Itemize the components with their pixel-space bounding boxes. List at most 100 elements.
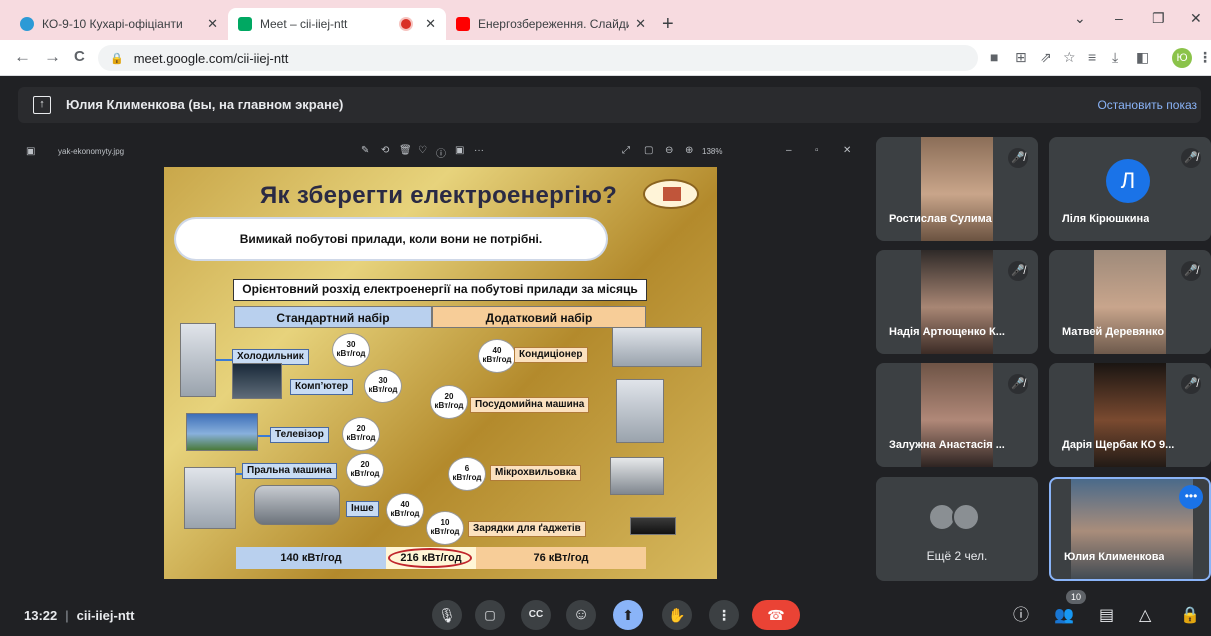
browser-tab-class[interactable]: КО-9-10 Кухарі-офіціанти ✕: [10, 8, 228, 40]
zoom-out-icon[interactable]: ⊖: [665, 145, 673, 156]
more-icon[interactable]: ···: [474, 145, 484, 156]
captions-button[interactable]: CC: [521, 600, 551, 630]
reading-list-icon[interactable]: ≡: [1088, 49, 1096, 65]
more-participants-label: Ещё 2 чел.: [926, 549, 988, 563]
delete-icon[interactable]: 🗑: [399, 145, 412, 156]
consumption-unit: кВт/год: [368, 385, 398, 394]
browser-menu-icon[interactable]: ⋮: [1198, 49, 1211, 65]
participant-tile[interactable]: 🎤̸ Дарія Щербак КО 9...: [1049, 363, 1211, 467]
slideshow-icon[interactable]: ▣: [455, 145, 464, 156]
raise-hand-button[interactable]: ✋: [662, 600, 692, 630]
consumption-value: 6: [464, 464, 470, 473]
consumption-value: 20: [360, 460, 370, 469]
viewer-close-icon[interactable]: ✕: [843, 145, 851, 156]
consumption-value: 20: [356, 424, 366, 433]
consumption-unit: кВт/год: [430, 527, 460, 536]
consumption-bubble: 20 кВт/год: [342, 417, 380, 451]
participant-video: [921, 137, 993, 241]
chat-icon[interactable]: ▤: [1099, 607, 1114, 625]
mic-off-icon: 🎤̸: [1181, 261, 1201, 281]
url-text: meet.google.com/cii-iiej-ntt: [133, 50, 289, 66]
self-tile[interactable]: ••• Юлия Клименкова: [1049, 477, 1211, 581]
browser-tab-strip: КО-9-10 Кухарі-офіціанти ✕ Meet – cii-ii…: [0, 0, 1211, 40]
more-participants-tile[interactable]: Ещё 2 чел.: [876, 477, 1038, 581]
url-field[interactable]: 🔒 meet.google.com/cii-iiej-ntt: [98, 45, 978, 71]
restore-button[interactable]: ❐: [1152, 10, 1165, 27]
slide-image: Як зберегти електроенергію? Вимикай побу…: [164, 167, 717, 579]
participant-tile[interactable]: 🎤̸ Залужна Анастасія ...: [876, 363, 1038, 467]
washing-machine-image: [184, 467, 236, 529]
tile-menu-button[interactable]: •••: [1179, 485, 1203, 509]
participant-video: [921, 250, 993, 354]
consumption-value: 30: [378, 376, 388, 385]
people-icon[interactable]: 👥: [1054, 607, 1074, 625]
emoji-button[interactable]: ☺: [566, 600, 596, 630]
mic-off-icon: 🎤̸: [1181, 148, 1201, 168]
edit-icon[interactable]: ✎: [361, 145, 369, 156]
connector-line: [258, 435, 270, 437]
bookmark-star-icon[interactable]: ☆: [1063, 49, 1076, 65]
consumption-bubble: 30 кВт/год: [332, 333, 370, 367]
viewer-minimize-icon[interactable]: –: [786, 145, 792, 156]
consumption-bubble: 20 кВт/год: [430, 385, 468, 419]
slide-subtitle: Орієнтовний розхід електроенергії на поб…: [233, 279, 647, 301]
translate-icon[interactable]: ⊞: [1015, 49, 1027, 65]
stop-presenting-button[interactable]: Остановить показ: [1097, 98, 1197, 112]
address-bar: ← → C 🔒 meet.google.com/cii-iiej-ntt ■ ⊞…: [0, 40, 1211, 76]
activities-icon[interactable]: △: [1139, 607, 1151, 625]
chargers-image: [630, 517, 676, 535]
mic-off-icon: 🎤̸: [1008, 374, 1028, 394]
leave-call-button[interactable]: ☎: [752, 600, 800, 630]
connector-line: [216, 359, 232, 361]
viewer-maximize-icon[interactable]: ▫: [815, 145, 819, 156]
consumption-unit: кВт/год: [336, 349, 366, 358]
tab-search-icon[interactable]: ⌄: [1074, 10, 1086, 27]
meeting-code: cii-iiej-ntt: [76, 608, 135, 623]
favorite-icon[interactable]: ♡: [418, 145, 427, 156]
appliance-label-microwave: Мікрохвильовка: [490, 465, 582, 481]
profile-avatar[interactable]: Ю: [1172, 48, 1192, 68]
back-button[interactable]: ←: [14, 48, 31, 66]
participant-tile[interactable]: Л 🎤̸ Ліля Кірюшкина: [1049, 137, 1211, 241]
reload-button[interactable]: C: [74, 48, 85, 66]
present-button[interactable]: ⬆: [613, 600, 643, 630]
minimize-button[interactable]: –: [1115, 10, 1123, 26]
participant-name: Ростислав Сулима: [889, 213, 992, 225]
participant-tile[interactable]: 🎤̸ Матвей Деревянко: [1049, 250, 1211, 354]
participant-tile[interactable]: 🎤̸ Ростислав Сулима: [876, 137, 1038, 241]
download-icon[interactable]: ⤓: [1112, 49, 1118, 65]
participant-tile[interactable]: 🎤̸ Надія Артющенко К...: [876, 250, 1038, 354]
tab-label: Meet – cii-iiej-ntt: [260, 17, 348, 31]
info-icon[interactable]: ⓘ: [436, 145, 446, 160]
tab-close-icon[interactable]: ✕: [207, 16, 218, 32]
meeting-info-icon[interactable]: ⓘ: [1013, 607, 1029, 625]
more-options-button[interactable]: ⋮: [709, 600, 739, 630]
microphone-button[interactable]: 🎙: [432, 600, 462, 630]
file-name: yak-ekonomyty.jpg: [58, 147, 125, 156]
tab-close-icon[interactable]: ✕: [635, 16, 646, 32]
new-tab-button[interactable]: +: [662, 14, 674, 34]
forward-button[interactable]: →: [44, 48, 61, 66]
fridge-image: [180, 323, 216, 397]
close-window-button[interactable]: ✕: [1190, 10, 1202, 27]
browser-tab-meet[interactable]: Meet – cii-iiej-ntt ✕: [228, 8, 446, 40]
side-panel-icon[interactable]: ◧: [1136, 49, 1149, 65]
participant-name: Юлия Клименкова: [1064, 551, 1165, 563]
tab-close-icon[interactable]: ✕: [425, 16, 436, 32]
expand-icon[interactable]: ⤢: [622, 145, 630, 156]
participant-name: Залужна Анастасія ...: [889, 439, 1005, 451]
host-controls-icon[interactable]: 🔒: [1180, 607, 1200, 625]
rotate-icon[interactable]: ⟲: [381, 145, 389, 156]
browser-tab-youtube[interactable]: Енергозбереження. Слайди до ✕: [446, 8, 656, 40]
fit-icon[interactable]: ▢: [644, 145, 653, 156]
camera-indicator-icon[interactable]: ■: [990, 49, 998, 65]
slide-title: Як зберегти електроенергію?: [260, 182, 618, 209]
tv-image: [186, 413, 258, 451]
zoom-in-icon[interactable]: ⊕: [685, 145, 693, 156]
appliance-label-chargers: Зарядки для ґаджетів: [468, 521, 586, 537]
appliance-label-computer: Комп’ютер: [290, 379, 354, 395]
share-icon[interactable]: ⇗: [1040, 49, 1052, 65]
total-standard: 140 кВт/год: [236, 547, 386, 569]
camera-button[interactable]: ▢: [475, 600, 505, 630]
recording-icon: [401, 19, 412, 29]
